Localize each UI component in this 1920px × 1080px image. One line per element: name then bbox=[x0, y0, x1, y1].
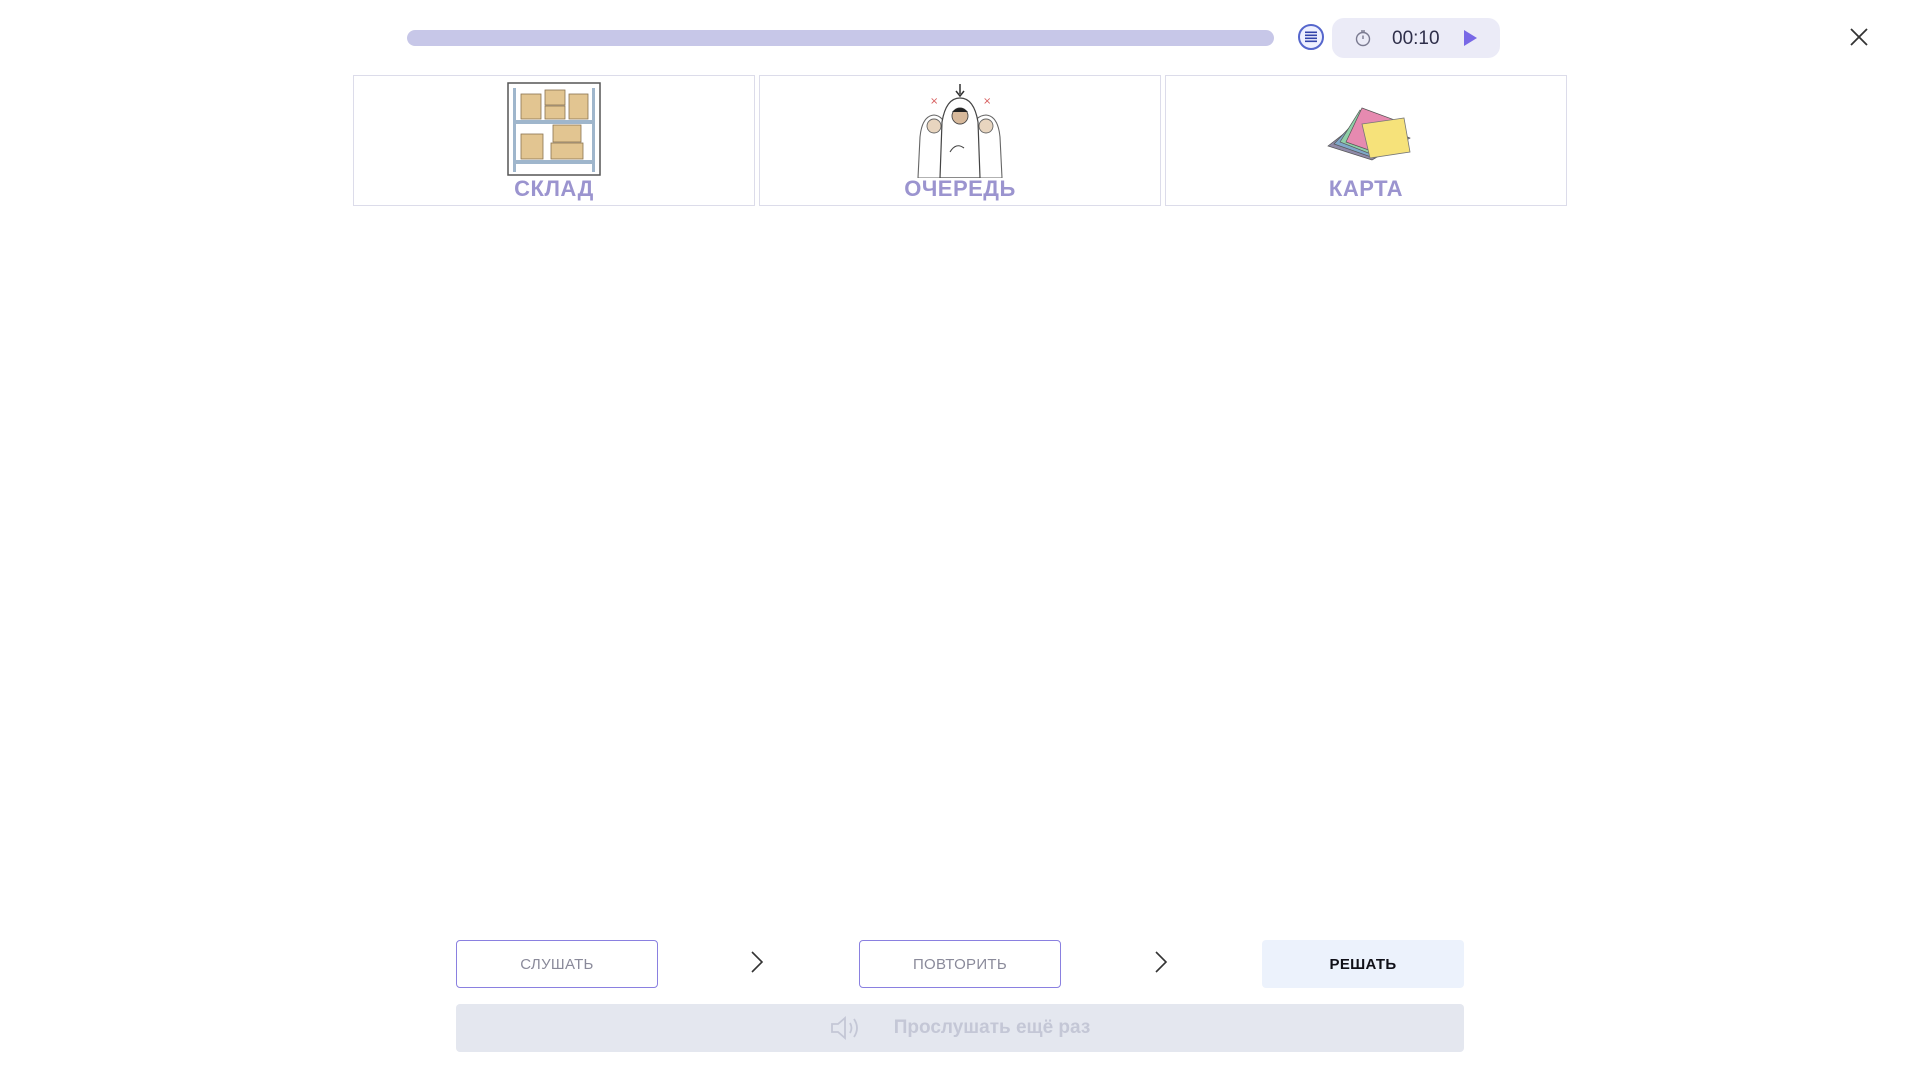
speaker-icon bbox=[830, 1016, 858, 1040]
card-label: ОЧЕРЕДЬ bbox=[904, 176, 1016, 201]
word-card-sklad[interactable]: СКЛАД bbox=[353, 75, 755, 206]
progress-fill bbox=[407, 30, 1274, 46]
word-cards: СКЛАД × × ОЧЕРЕДЬ КАРТА bbox=[353, 75, 1568, 208]
play-icon[interactable] bbox=[1462, 29, 1478, 47]
queue-people-image: × × bbox=[917, 84, 1003, 178]
cards-stack-image bbox=[1327, 107, 1411, 161]
list-icon bbox=[1305, 31, 1317, 43]
card-label: КАРТА bbox=[1328, 176, 1404, 201]
close-icon[interactable] bbox=[1847, 25, 1871, 49]
card-label: СКЛАД bbox=[514, 176, 594, 201]
svg-text:×: × bbox=[930, 96, 938, 107]
timer: 00:10 bbox=[1332, 18, 1500, 58]
timer-value: 00:10 bbox=[1392, 28, 1440, 49]
task-list-button[interactable] bbox=[1298, 24, 1324, 50]
chevron-right-icon bbox=[751, 951, 764, 973]
listen-button[interactable]: СЛУШАТЬ bbox=[456, 940, 658, 988]
listen-again-label: Прослушать ещё раз bbox=[893, 1017, 1091, 1038]
progress-bar bbox=[407, 30, 1274, 46]
svg-text:×: × bbox=[983, 96, 991, 107]
listen-again-button[interactable]: Прослушать ещё раз bbox=[456, 1004, 1464, 1052]
solve-button[interactable]: РЕШАТЬ bbox=[1262, 940, 1464, 988]
warehouse-shelves-image bbox=[507, 82, 601, 176]
chevron-right-icon bbox=[1155, 951, 1168, 973]
repeat-button[interactable]: ПОВТОРИТЬ bbox=[859, 940, 1061, 988]
word-card-ochered[interactable]: × × ОЧЕРЕДЬ bbox=[759, 75, 1161, 206]
word-card-karta[interactable]: КАРТА bbox=[1165, 75, 1567, 206]
stopwatch-icon bbox=[1355, 30, 1371, 47]
